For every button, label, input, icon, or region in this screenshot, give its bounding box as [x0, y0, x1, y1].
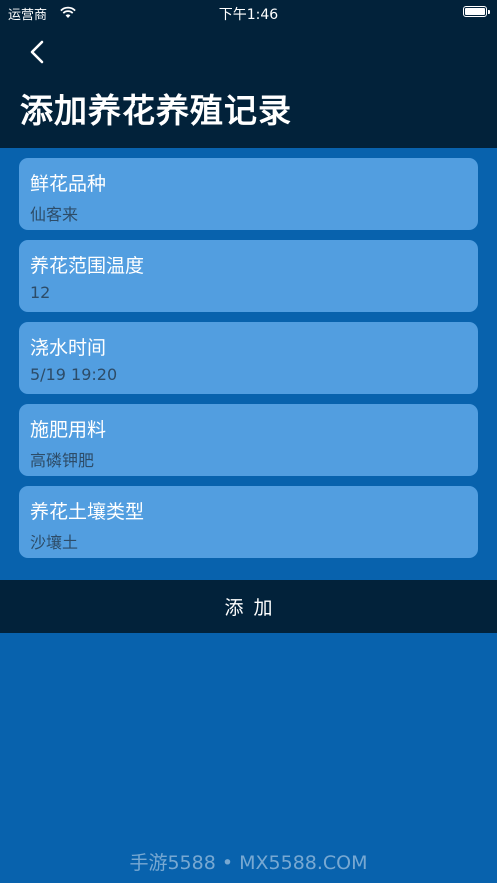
- watering-time-input[interactable]: 5/19 19:20: [30, 365, 460, 384]
- add-button[interactable]: 添加: [0, 580, 497, 633]
- status-time: 下午1:46: [218, 7, 279, 23]
- navigation-header: 运营商 下午1:46 添加养花养殖记录: [0, 0, 497, 148]
- chevron-left-icon: [30, 40, 44, 64]
- field-flower-variety[interactable]: 鲜花品种 仙客来: [19, 158, 478, 230]
- back-button[interactable]: [24, 36, 54, 68]
- field-label: 施肥用料: [30, 419, 107, 441]
- field-label: 养花范围温度: [30, 255, 145, 277]
- record-form: 鲜花品种 仙客来 养花范围温度 12 浇水时间 5/19 19:20 施肥用料 …: [19, 158, 478, 568]
- status-bar: 运营商 下午1:46: [0, 0, 497, 26]
- battery-icon: [463, 6, 490, 17]
- field-temperature-range[interactable]: 养花范围温度 12: [19, 240, 478, 312]
- soil-type-input[interactable]: 沙壤土: [30, 529, 460, 553]
- field-watering-time[interactable]: 浇水时间 5/19 19:20: [19, 322, 478, 394]
- flower-variety-input[interactable]: 仙客来: [30, 201, 460, 225]
- page-title: 添加养花养殖记录: [20, 91, 292, 130]
- fertilizer-input[interactable]: 高磷钾肥: [30, 447, 460, 471]
- watermark: 手游5588 • MX5588.COM: [129, 852, 368, 874]
- field-fertilizer[interactable]: 施肥用料 高磷钾肥: [19, 404, 478, 476]
- field-label: 养花土壤类型: [30, 501, 145, 523]
- field-label: 浇水时间: [30, 337, 107, 359]
- temperature-input[interactable]: 12: [30, 283, 460, 302]
- field-label: 鲜花品种: [30, 173, 107, 195]
- field-soil-type[interactable]: 养花土壤类型 沙壤土: [19, 486, 478, 558]
